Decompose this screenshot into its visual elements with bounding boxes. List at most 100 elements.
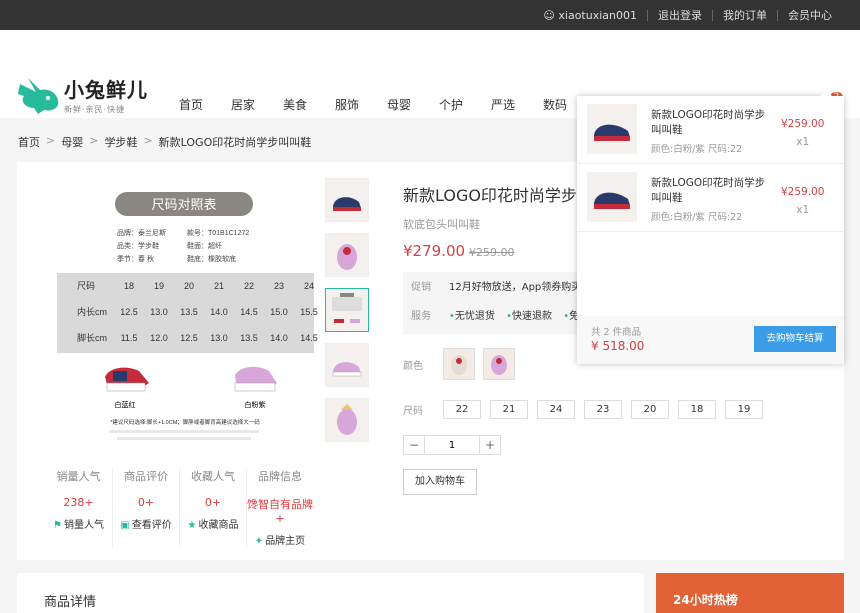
size-chart-thumbnail-icon bbox=[332, 293, 362, 323]
size-chart-title: 尺码对照表 bbox=[151, 197, 216, 212]
size-chart-cell: 13.5 bbox=[180, 307, 198, 317]
breadcrumb: 首页 > 母婴 > 学步鞋 > 新款LOGO印花时尚学步叫叫鞋 bbox=[18, 134, 317, 150]
size-label: 尺码 bbox=[403, 406, 423, 417]
size-chart-cell: 14.5 bbox=[240, 307, 258, 317]
shoe-thumbnail-icon bbox=[332, 362, 362, 377]
increase-button[interactable]: + bbox=[480, 436, 500, 454]
cart-dropdown-footer: 共 2 件商品 ¥ 518.00 去购物车结算 bbox=[577, 316, 844, 364]
size-chart-cell: 11.5 bbox=[121, 333, 138, 343]
size-chart-cell: 13.0 bbox=[210, 333, 228, 343]
orders-link[interactable]: 我的订单 bbox=[712, 9, 777, 21]
size-chart-cell: 14.0 bbox=[210, 307, 228, 317]
size-chart-row-label: 脚长cm bbox=[77, 332, 107, 343]
size-option[interactable]: 19 bbox=[725, 400, 763, 419]
chart-info: 季节：春 秋 bbox=[117, 254, 154, 263]
stat-action-label: 收藏商品 bbox=[198, 520, 239, 531]
hot-list-section: 24小时热榜 bbox=[656, 573, 844, 613]
cart-item-qty: x1 bbox=[796, 204, 810, 216]
quantity-input[interactable] bbox=[424, 436, 480, 454]
color-label-pink: 白粉紫 bbox=[245, 400, 266, 409]
chart-info: 鞋底：橡胶软底 bbox=[187, 254, 236, 263]
logo[interactable]: 小兔鲜儿 新鲜·亲民·快捷 bbox=[18, 74, 148, 115]
size-chart-cell: 15.0 bbox=[270, 307, 288, 317]
breadcrumb-item[interactable]: 学步鞋 bbox=[104, 134, 137, 150]
size-chart-cell: 20 bbox=[184, 281, 194, 291]
size-chart-cell: 12.0 bbox=[150, 333, 168, 343]
service-tag: •快速退款 bbox=[506, 311, 552, 322]
thumbnail-selected[interactable] bbox=[325, 288, 369, 332]
breadcrumb-item[interactable]: 首页 bbox=[18, 134, 40, 150]
cart-item-qty: x1 bbox=[796, 136, 810, 148]
user-link[interactable]: ☺ xiaotuxian001 bbox=[533, 10, 647, 21]
stat-action-label: 查看评价 bbox=[131, 520, 172, 531]
breadcrumb-separator: > bbox=[46, 134, 56, 147]
stat-value: 馋智自有品牌+ bbox=[247, 498, 313, 525]
cart-item[interactable]: 新款LOGO印花时尚学步叫叫鞋 颜色:白粉/紫 尺码:22 ¥259.00 x1 bbox=[577, 96, 844, 164]
quantity-stepper: − + bbox=[403, 435, 501, 455]
nav-item-food[interactable]: 美食 bbox=[283, 96, 335, 113]
detail-title: 商品详情 bbox=[44, 595, 97, 610]
size-chart-cell: 18 bbox=[124, 281, 134, 291]
brand-page-link[interactable]: ✦ 品牌主页 bbox=[247, 532, 313, 547]
size-chart-cell: 14.0 bbox=[270, 333, 288, 343]
cart-dropdown: 新款LOGO印花时尚学步叫叫鞋 颜色:白粉/紫 尺码:22 ¥259.00 x1 新… bbox=[577, 90, 844, 364]
size-option[interactable]: 23 bbox=[584, 400, 622, 419]
stat-action-label: 品牌主页 bbox=[265, 536, 306, 547]
star-icon: ★ bbox=[187, 520, 197, 531]
chart-info: 鞋面：超纤 bbox=[187, 241, 222, 250]
size-option[interactable]: 18 bbox=[678, 400, 716, 419]
cart-item-name: 新款LOGO印花时尚学步叫叫鞋 bbox=[651, 177, 766, 204]
cart-item[interactable]: 新款LOGO印花时尚学步叫叫鞋 颜色:白粉/紫 尺码:22 ¥259.00 x1 bbox=[577, 164, 844, 232]
stat-sales-link[interactable]: ⚑ 销量人气 bbox=[45, 516, 112, 531]
size-option[interactable]: 22 bbox=[443, 400, 481, 419]
rabbit-logo-icon bbox=[18, 77, 59, 114]
breadcrumb-item[interactable]: 母婴 bbox=[61, 134, 83, 150]
promo-label: 促销 bbox=[411, 282, 431, 293]
size-chart-cell: 24 bbox=[304, 281, 314, 291]
nav-item-home-living[interactable]: 居家 bbox=[231, 96, 283, 113]
cart-item-price: ¥259.00 bbox=[781, 118, 825, 130]
stat-sales: 销量人气 238+ ⚑ 销量人气 bbox=[45, 468, 112, 547]
stat-value: 0+ bbox=[204, 496, 222, 509]
hot-list-title: 24小时热榜 bbox=[673, 593, 738, 607]
chart-info: 品类：学步鞋 bbox=[117, 241, 159, 250]
size-chart-image: 尺码对照表 品牌：泰兰尼斯 款号：T01B1C1272 品类：学步鞋 鞋面：超纤… bbox=[57, 177, 327, 447]
decrease-button[interactable]: − bbox=[404, 436, 424, 454]
view-reviews-link[interactable]: ▣ 查看评价 bbox=[113, 516, 179, 531]
favorite-link[interactable]: ★ 收藏商品 bbox=[180, 516, 246, 531]
size-chart-cell: 15.5 bbox=[300, 307, 318, 317]
thumbnail[interactable] bbox=[325, 178, 369, 222]
breadcrumb-separator: > bbox=[143, 134, 153, 147]
member-link[interactable]: 会员中心 bbox=[777, 9, 842, 21]
service-label: 服务 bbox=[411, 311, 431, 322]
comment-icon: ▣ bbox=[120, 520, 130, 531]
size-options: 尺码 22 21 24 23 20 18 19 bbox=[403, 400, 843, 419]
nav-item-selected[interactable]: 严选 bbox=[491, 96, 543, 113]
cart-item-attr: 颜色:白粉/紫 尺码:22 bbox=[651, 212, 743, 223]
nav-item-baby[interactable]: 母婴 bbox=[387, 96, 439, 113]
thumbnail[interactable] bbox=[325, 398, 369, 442]
size-chart-cell: 21 bbox=[214, 281, 224, 291]
username: xiaotuxian001 bbox=[558, 8, 637, 22]
logout-link[interactable]: 退出登录 bbox=[647, 9, 712, 21]
cart-item-image bbox=[587, 172, 637, 222]
shoe-thumbnail-icon bbox=[337, 404, 357, 435]
size-option[interactable]: 24 bbox=[537, 400, 575, 419]
size-option[interactable]: 20 bbox=[631, 400, 669, 419]
size-chart-row-label: 内长cm bbox=[77, 306, 107, 317]
size-option[interactable]: 21 bbox=[490, 400, 528, 419]
checkout-button[interactable]: 去购物车结算 bbox=[754, 326, 836, 352]
stat-brand: 品牌信息 馋智自有品牌+ ✦ 品牌主页 bbox=[246, 468, 313, 547]
breadcrumb-current: 新款LOGO印花时尚学步叫叫鞋 bbox=[158, 136, 312, 149]
nav-item-clothing[interactable]: 服饰 bbox=[335, 96, 387, 113]
color-option-pink-purple[interactable] bbox=[483, 348, 515, 380]
cart-item-image bbox=[587, 104, 637, 154]
stat-favorites: 收藏人气 0+ ★ 收藏商品 bbox=[179, 468, 246, 547]
thumbnail[interactable] bbox=[325, 233, 369, 277]
nav-item-personal-care[interactable]: 个护 bbox=[439, 96, 491, 113]
add-to-cart-button[interactable]: 加入购物车 bbox=[403, 469, 477, 495]
nav-item-home[interactable]: 首页 bbox=[179, 96, 231, 113]
thumbnail[interactable] bbox=[325, 343, 369, 387]
color-option-blue-red[interactable] bbox=[443, 348, 475, 380]
breadcrumb-separator: > bbox=[89, 134, 99, 147]
